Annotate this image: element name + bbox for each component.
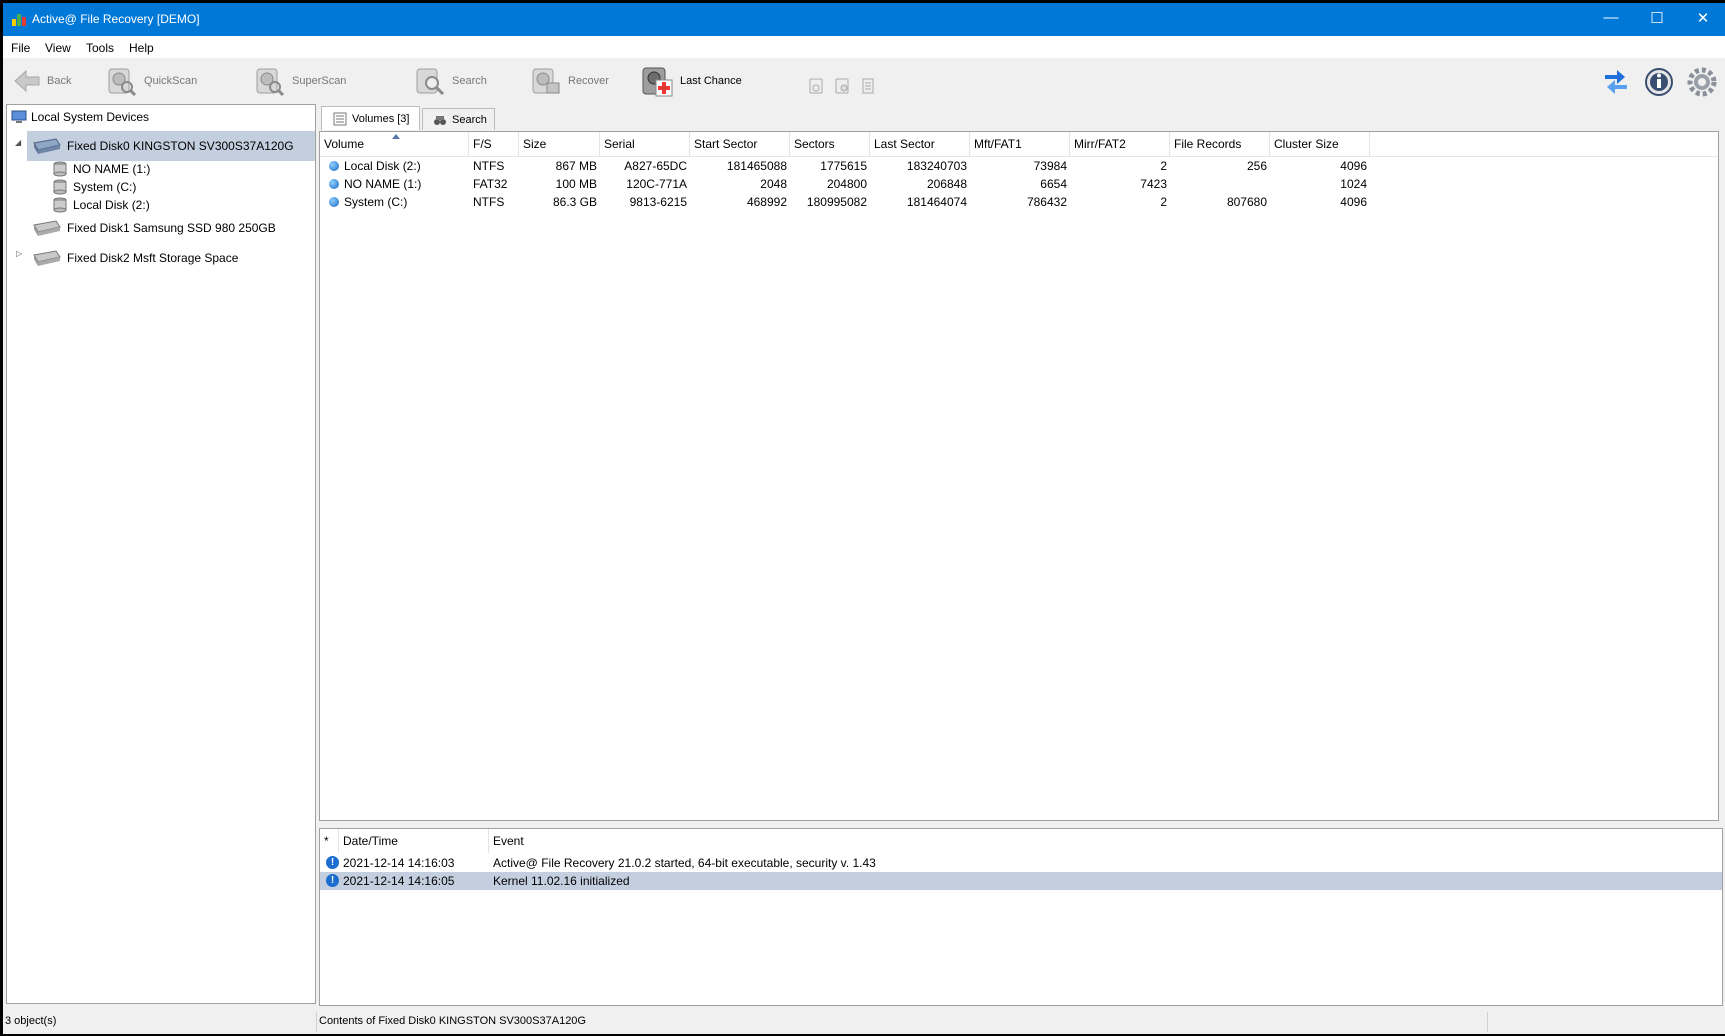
search-button[interactable]: Search [414,64,487,98]
quickscan-button[interactable]: QuickScan [106,64,197,98]
volume-status-icon [329,179,339,189]
computer-icon [11,110,27,123]
col-mft-fat1[interactable]: Mft/FAT1 [970,132,1070,156]
hard-disk-icon [33,250,61,266]
status-divider [1487,1012,1488,1032]
app-icon [12,14,26,26]
app-window: Active@ File Recovery [DEMO] — ☐ ✕ File … [3,3,1725,1034]
log-row[interactable]: ! 2021-12-14 14:16:03 Active@ File Recov… [320,854,1722,872]
tree-item-disk2[interactable]: Fixed Disk2 Msft Storage Space [31,248,238,268]
device-tree: Local System Devices ◢ Fixed Disk0 KINGS… [6,104,316,1004]
document-icon[interactable] [860,78,876,94]
minimize-button[interactable]: — [1588,3,1634,36]
toolbar: Back QuickScan SuperScan Search Recover … [3,58,1725,106]
status-contents: Contents of Fixed Disk0 KINGSTON SV300S3… [319,1015,586,1027]
tree-item-local-system-devices[interactable]: Local System Devices [11,107,149,127]
volume-icon [53,197,67,213]
col-file-records[interactable]: File Records [1170,132,1270,156]
tree-item-vol-noname[interactable]: NO NAME (1:) [53,159,150,179]
settings-gear-icon[interactable] [1686,66,1718,98]
tree-item-vol-localdisk[interactable]: Local Disk (2:) [53,195,150,215]
superscan-icon [256,68,285,97]
col-size[interactable]: Size [519,132,600,156]
menu-file[interactable]: File [11,41,30,55]
menu-help[interactable]: Help [129,41,154,55]
log-row-selected[interactable]: ! 2021-12-14 14:16:05 Kernel 11.02.16 in… [320,872,1722,890]
col-sectors[interactable]: Sectors [790,132,870,156]
hard-disk-icon [33,138,61,154]
info-icon: ! [326,874,339,887]
sort-ascending-icon [392,134,400,139]
col-log-marker[interactable]: * [320,829,339,853]
status-bar: 3 object(s) Contents of Fixed Disk0 KING… [3,1009,1725,1034]
back-arrow-icon [14,69,40,93]
window-title: Active@ File Recovery [DEMO] [32,12,200,26]
exchange-arrows-icon[interactable] [1601,66,1631,96]
title-bar: Active@ File Recovery [DEMO] — ☐ ✕ [3,3,1725,36]
col-start-sector[interactable]: Start Sector [690,132,790,156]
quickscan-icon [108,68,137,97]
tab-volumes[interactable]: Volumes [3] [321,106,420,130]
expand-arrow-icon[interactable]: ▷ [16,249,22,258]
table-row[interactable]: NO NAME (1:) FAT32 100 MB 120C-771A 2048… [320,175,1718,193]
table-row[interactable]: Local Disk (2:) NTFS 867 MB A827-65DC 18… [320,157,1718,175]
binoculars-icon [434,115,446,125]
volume-status-icon [329,161,339,171]
recover-button[interactable]: Recover [530,64,609,98]
last-chance-button[interactable]: Last Chance [640,64,742,98]
col-cluster-size[interactable]: Cluster Size [1270,132,1370,156]
col-event[interactable]: Event [489,829,1722,853]
col-datetime[interactable]: Date/Time [339,829,489,853]
volume-icon [53,161,67,177]
status-object-count: 3 object(s) [5,1015,57,1027]
col-serial[interactable]: Serial [600,132,690,156]
last-chance-icon [642,67,673,97]
volume-icon [53,179,67,195]
volumes-table: Volume F/S Size Serial Start Sector Sect… [319,131,1719,821]
disk-small-icon[interactable] [808,78,824,94]
superscan-button[interactable]: SuperScan [254,64,346,98]
hard-disk-icon [33,220,61,236]
volume-status-icon [329,197,339,207]
tree-item-vol-system[interactable]: System (C:) [53,177,136,197]
col-mirr-fat2[interactable]: Mirr/FAT2 [1070,132,1170,156]
col-last-sector[interactable]: Last Sector [870,132,970,156]
event-log: * Date/Time Event ! 2021-12-14 14:16:03 … [319,828,1723,1006]
menu-bar: File View Tools Help [3,36,1725,58]
maximize-button[interactable]: ☐ [1634,3,1680,36]
search-icon [416,68,445,96]
recover-icon [532,68,560,94]
back-button[interactable]: Back [13,64,71,98]
tree-item-disk1[interactable]: Fixed Disk1 Samsung SSD 980 250GB [31,218,276,238]
tab-search[interactable]: Search [422,108,495,130]
menu-tools[interactable]: Tools [86,41,114,55]
info-icon[interactable] [1643,66,1675,98]
status-divider [316,1012,317,1032]
volumes-tab-icon [333,112,347,125]
info-icon: ! [326,856,339,869]
collapse-arrow-icon[interactable]: ◢ [15,138,21,147]
disk-options-icon[interactable] [834,78,850,94]
col-fs[interactable]: F/S [469,132,519,156]
table-row[interactable]: System (C:) NTFS 86.3 GB 9813-6215 46899… [320,193,1718,211]
close-button[interactable]: ✕ [1680,3,1725,36]
tree-item-disk0[interactable]: Fixed Disk0 KINGSTON SV300S37A120G [31,136,294,156]
volumes-table-header: Volume F/S Size Serial Start Sector Sect… [320,132,1718,157]
menu-view[interactable]: View [45,41,71,55]
event-log-header: * Date/Time Event [320,829,1722,853]
